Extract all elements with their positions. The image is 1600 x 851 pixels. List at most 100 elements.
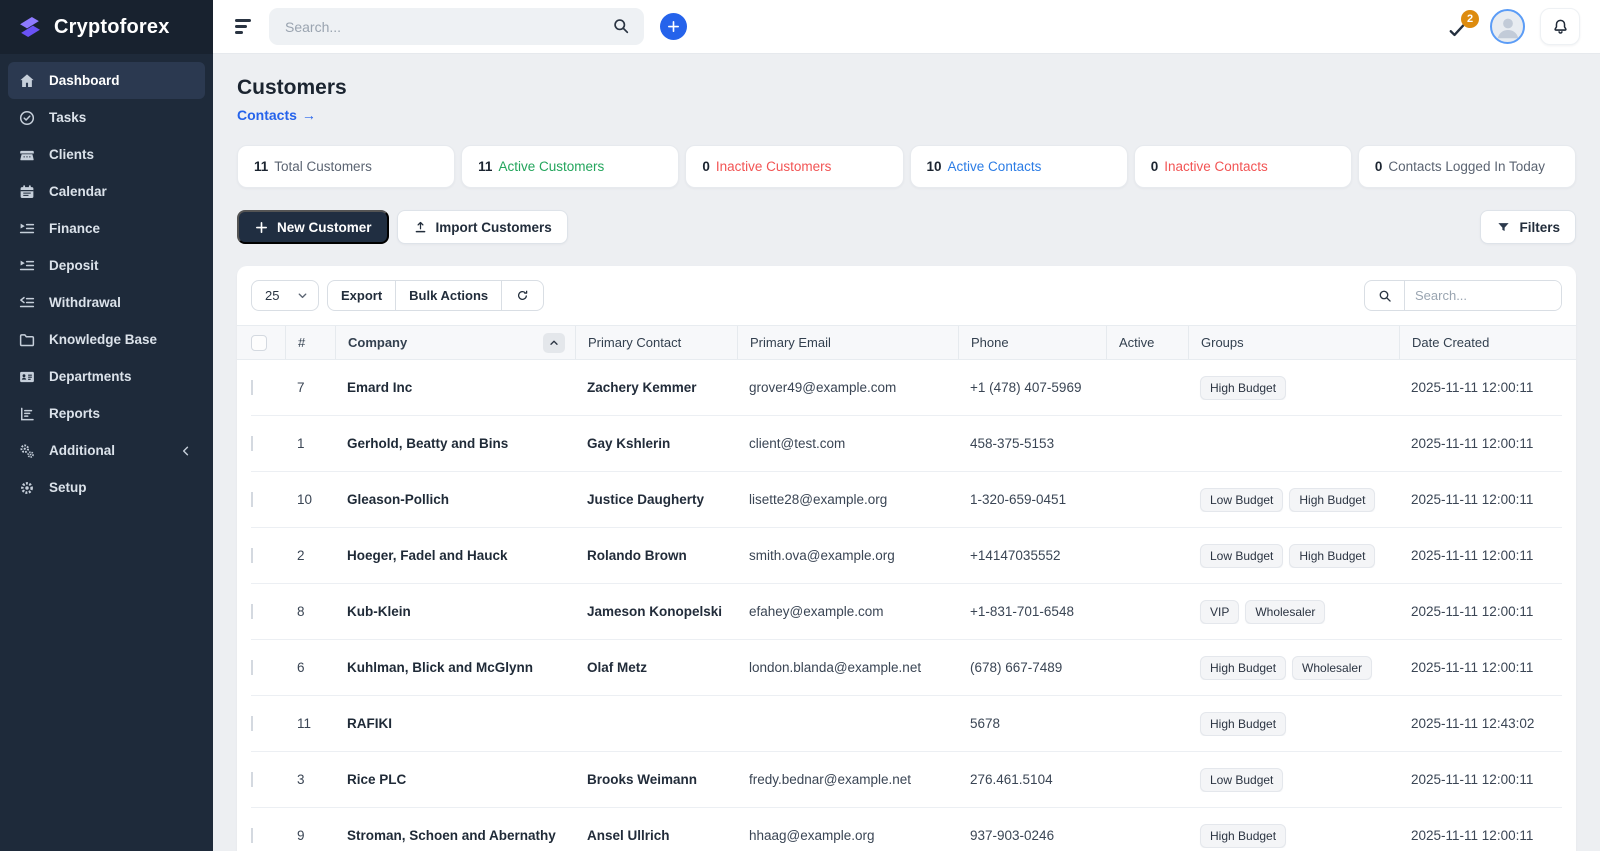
cell-email: client@test.com — [749, 436, 846, 451]
sidebar: Cryptoforex Dashboard Tasks Clients Cale… — [0, 0, 213, 851]
cell-num: 9 — [297, 828, 305, 843]
row-checkbox[interactable] — [251, 604, 253, 619]
nav-icon — [18, 294, 36, 312]
column-header-groups[interactable]: Groups — [1188, 326, 1399, 359]
bulk-actions-button[interactable]: Bulk Actions — [395, 280, 503, 311]
import-customers-button[interactable]: Import Customers — [396, 210, 568, 244]
sidebar-item-clients[interactable]: Clients — [8, 136, 205, 173]
cell-date: 2025-11-11 12:00:11 — [1411, 436, 1534, 451]
group-badge-high-budget: High Budget — [1200, 375, 1287, 400]
chevron-left-icon — [179, 444, 193, 458]
sidebar-item-calendar[interactable]: Calendar — [8, 173, 205, 210]
stat-value: 0 — [1150, 159, 1159, 174]
chevron-up-icon — [548, 337, 560, 349]
row-checkbox[interactable] — [251, 380, 253, 395]
global-search — [269, 8, 644, 45]
column-header-company[interactable]: Company — [335, 326, 575, 359]
cell-email: grover49@example.com — [749, 380, 897, 395]
sidebar-item-label: Calendar — [49, 184, 107, 199]
row-checkbox[interactable] — [251, 716, 253, 731]
notifications-button[interactable] — [1540, 8, 1580, 45]
cell-email: efahey@example.com — [749, 604, 884, 619]
row-checkbox[interactable] — [251, 660, 253, 675]
group-badge-high-budget: High Budget — [1200, 655, 1287, 680]
cell-phone: +14147035552 — [970, 548, 1061, 563]
cell-phone: 276.461.5104 — [970, 772, 1053, 787]
new-customer-button[interactable]: New Customer — [237, 210, 389, 244]
cell-num: 11 — [297, 716, 312, 731]
group-badge-high-budget: High Budget — [1200, 711, 1287, 736]
cell-contact: Justice Daugherty — [587, 492, 705, 507]
tasks-notification-button[interactable]: 2 — [1447, 9, 1479, 42]
cell-date: 2025-11-11 12:00:11 — [1411, 660, 1534, 675]
cell-contact: Gay Kshlerin — [587, 436, 671, 451]
avatar[interactable] — [1490, 9, 1525, 44]
sidebar-item-label: Additional — [49, 443, 115, 458]
quick-add-button[interactable] — [660, 13, 687, 40]
person-icon — [1493, 12, 1523, 42]
hamburger-menu-icon[interactable] — [233, 15, 253, 37]
column-header-contact[interactable]: Primary Contact — [575, 326, 737, 359]
sidebar-item-dashboard[interactable]: Dashboard — [8, 62, 205, 99]
sidebar-item-withdrawal[interactable]: Withdrawal — [8, 284, 205, 321]
table-search-button[interactable] — [1365, 281, 1405, 310]
stat-value: 11 — [254, 159, 269, 174]
sidebar-item-setup[interactable]: Setup — [8, 469, 205, 506]
row-checkbox[interactable] — [251, 492, 253, 507]
cell-date: 2025-11-11 12:00:11 — [1411, 772, 1534, 787]
per-page-select[interactable]: 25 — [251, 280, 319, 311]
sidebar-item-tasks[interactable]: Tasks — [8, 99, 205, 136]
filters-button[interactable]: Filters — [1480, 210, 1576, 244]
cell-phone: 5678 — [970, 716, 1001, 731]
column-header-date[interactable]: Date Created — [1399, 326, 1562, 359]
refresh-button[interactable] — [501, 280, 545, 311]
sidebar-item-departments[interactable]: Departments — [8, 358, 205, 395]
export-button[interactable]: Export — [327, 280, 397, 311]
nav-icon — [18, 368, 36, 386]
cell-email: hhaag@example.org — [749, 828, 875, 843]
chevron-down-icon — [296, 289, 309, 302]
row-checkbox[interactable] — [251, 772, 253, 787]
select-all-checkbox[interactable] — [251, 334, 267, 351]
sidebar-item-finance[interactable]: Finance — [8, 210, 205, 247]
cell-phone: +1 (478) 407-5969 — [970, 380, 1082, 395]
cell-date: 2025-11-11 12:43:02 — [1411, 716, 1535, 731]
sidebar-item-label: Deposit — [49, 258, 99, 273]
sidebar-item-knowledge-base[interactable]: Knowledge Base — [8, 321, 205, 358]
row-checkbox[interactable] — [251, 828, 253, 843]
brand-logo-icon — [16, 13, 44, 41]
cell-num: 1 — [297, 436, 305, 451]
row-checkbox[interactable] — [251, 436, 253, 451]
sidebar-item-reports[interactable]: Reports — [8, 395, 205, 432]
column-header-active[interactable]: Active — [1106, 326, 1188, 359]
cell-contact: Ansel Ullrich — [587, 828, 670, 843]
refresh-icon — [515, 288, 530, 303]
global-search-input[interactable] — [269, 8, 644, 45]
stat-label: Contacts Logged In Today — [1388, 159, 1545, 174]
stat-label: Inactive Contacts — [1164, 159, 1268, 174]
breadcrumb-contacts-link[interactable]: Contacts → — [237, 107, 316, 123]
column-header-num[interactable]: # — [285, 326, 335, 359]
table-search-input[interactable] — [1405, 281, 1561, 310]
cell-contact: Jameson Konopelski — [587, 604, 723, 619]
search-icon — [1377, 288, 1393, 304]
app-window: Cryptoforex Dashboard Tasks Clients Cale… — [0, 0, 1600, 851]
page-title: Customers — [237, 76, 347, 99]
sort-button[interactable] — [543, 332, 565, 353]
cell-company: Rice PLC — [347, 772, 407, 787]
brand[interactable]: Cryptoforex — [0, 0, 213, 54]
cell-date: 2025-11-11 12:00:11 — [1411, 828, 1534, 843]
sidebar-item-deposit[interactable]: Deposit — [8, 247, 205, 284]
stat-value: 0 — [702, 159, 710, 174]
nav-icon — [18, 405, 36, 423]
sidebar-item-label: Setup — [49, 480, 87, 495]
column-header-email[interactable]: Primary Email — [737, 326, 958, 359]
column-header-phone[interactable]: Phone — [958, 326, 1106, 359]
table-row: 1 Gerhold, Beatty and Bins Gay Kshlerin … — [251, 416, 1562, 472]
group-badge-wholesaler: Wholesaler — [1245, 599, 1326, 624]
sidebar-item-additional[interactable]: Additional — [8, 432, 205, 469]
nav-icon — [18, 146, 36, 164]
row-checkbox[interactable] — [251, 548, 253, 563]
stat-label: Active Contacts — [947, 159, 1042, 174]
stat-card-active-customers: 11 Active Customers — [461, 145, 680, 188]
